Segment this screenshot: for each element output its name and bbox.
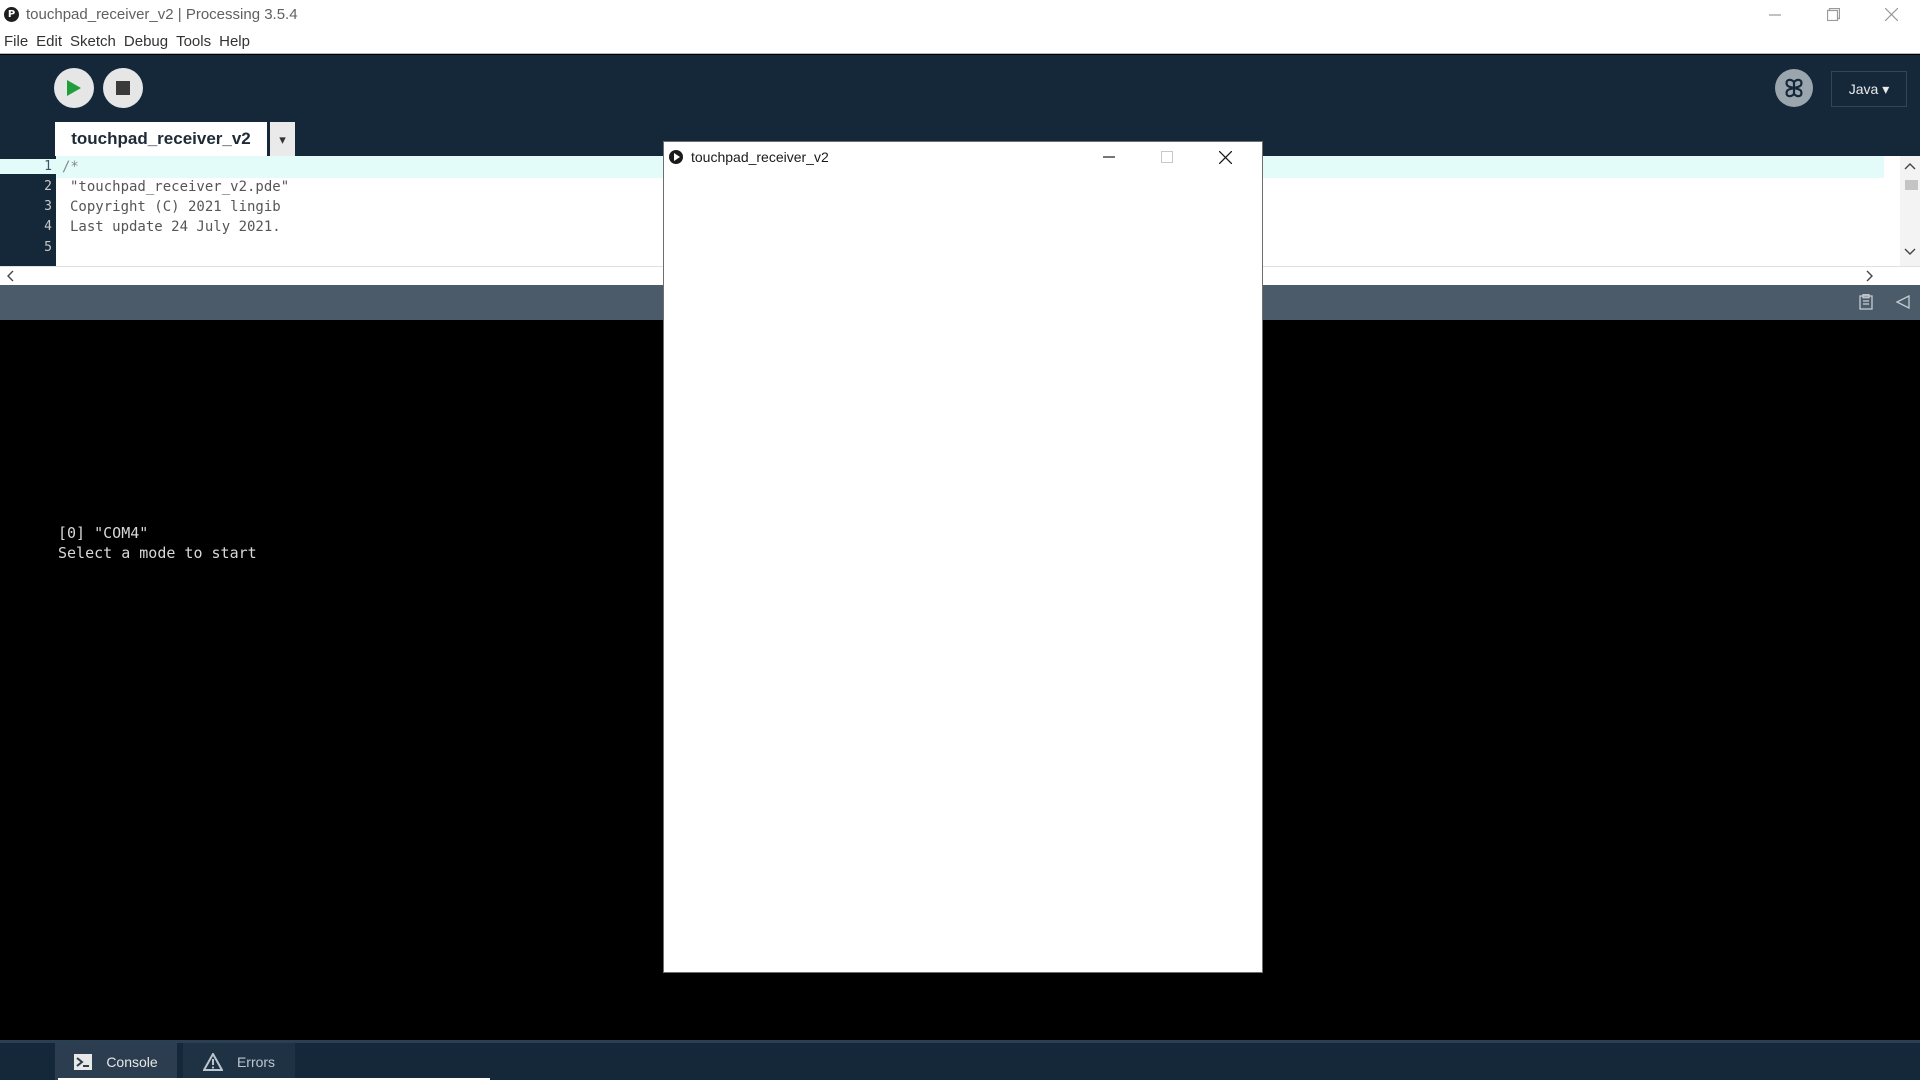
menu-help[interactable]: Help: [219, 33, 250, 50]
line-number: 5: [44, 240, 52, 255]
sketch-canvas[interactable]: [664, 172, 1262, 972]
tab-menu-button[interactable]: ▾: [270, 122, 295, 156]
code-line: Last update 24 July 2021.: [70, 219, 281, 235]
minimize-icon: [1769, 13, 1781, 16]
scroll-down-icon[interactable]: [1904, 248, 1916, 256]
minimize-icon: [1103, 156, 1115, 158]
minimize-button[interactable]: [1746, 0, 1804, 29]
butterfly-icon: [1785, 78, 1803, 98]
scrollbar-thumb[interactable]: [1905, 180, 1918, 190]
line-number: 4: [44, 219, 52, 234]
maximize-icon: [1161, 151, 1173, 163]
stop-icon: [116, 81, 130, 95]
line-number: 2: [44, 179, 52, 194]
tab-touchpad-receiver[interactable]: touchpad_receiver_v2: [55, 122, 267, 156]
sketch-window-titlebar[interactable]: touchpad_receiver_v2: [664, 142, 1262, 172]
scroll-right-icon[interactable]: [1866, 270, 1874, 282]
mode-selector[interactable]: Java ▾: [1831, 71, 1907, 107]
window-title: touchpad_receiver_v2 | Processing 3.5.4: [26, 6, 298, 23]
run-button[interactable]: [54, 68, 94, 108]
restore-icon: [1826, 8, 1840, 21]
play-icon: [67, 80, 81, 96]
tab-errors[interactable]: Errors: [183, 1043, 295, 1080]
close-icon: [1218, 150, 1232, 164]
line-number: 1: [0, 159, 56, 174]
menu-sketch[interactable]: Sketch: [70, 33, 116, 50]
warning-icon: [202, 1052, 223, 1071]
sketch-maximize-button[interactable]: [1138, 142, 1196, 172]
clipboard-icon[interactable]: [1858, 294, 1874, 310]
sketch-window-title: touchpad_receiver_v2: [691, 149, 829, 165]
stop-button[interactable]: [103, 68, 143, 108]
menu-edit[interactable]: Edit: [36, 33, 62, 50]
console-line: [0] "COM4": [58, 524, 149, 542]
sketch-run-icon: [669, 150, 683, 164]
scroll-up-icon[interactable]: [1904, 162, 1916, 170]
tab-errors-label: Errors: [236, 1053, 276, 1070]
menu-debug[interactable]: Debug: [124, 33, 168, 50]
close-icon: [1884, 8, 1898, 21]
line-number: 3: [44, 199, 52, 214]
menu-bar: File Edit Sketch Debug Tools Help: [0, 29, 1920, 54]
sketch-window[interactable]: touchpad_receiver_v2: [663, 141, 1263, 973]
close-button[interactable]: [1862, 0, 1920, 29]
console-footer: Console Errors: [0, 1040, 1920, 1080]
collapse-console-icon[interactable]: [1896, 295, 1910, 309]
sketch-close-button[interactable]: [1196, 142, 1254, 172]
menu-tools[interactable]: Tools: [176, 33, 211, 50]
window-titlebar: P touchpad_receiver_v2 | Processing 3.5.…: [0, 0, 1920, 29]
processing-app-icon: P: [4, 7, 19, 22]
code-line: "touchpad_receiver_v2.pde": [70, 179, 290, 195]
debugger-button[interactable]: [1775, 69, 1813, 107]
editor-vertical-scrollbar[interactable]: [1900, 156, 1920, 266]
tab-console-label: Console: [106, 1053, 158, 1070]
code-line: /*: [62, 159, 79, 175]
menu-file[interactable]: File: [4, 33, 28, 50]
code-line: Copyright (C) 2021 lingib: [70, 199, 281, 215]
restore-button[interactable]: [1804, 0, 1862, 29]
tab-console[interactable]: Console: [55, 1043, 177, 1080]
console-line: Select a mode to start: [58, 544, 257, 562]
sketch-minimize-button[interactable]: [1080, 142, 1138, 172]
terminal-icon: [74, 1053, 93, 1070]
scroll-left-icon[interactable]: [6, 270, 14, 282]
